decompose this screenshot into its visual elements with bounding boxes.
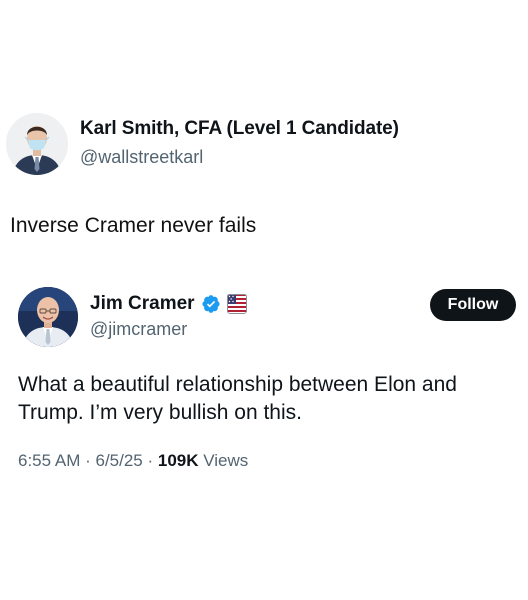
author-name[interactable]: Karl Smith, CFA (Level 1 Candidate) — [80, 118, 399, 140]
meta-separator: · — [142, 451, 158, 470]
outer-post-header: Karl Smith, CFA (Level 1 Candidate) @wal… — [6, 113, 522, 177]
post-metadata: 6:55 AM · 6/5/25 · 109K Views — [18, 451, 248, 471]
author-handle[interactable]: @wallstreetkarl — [80, 147, 203, 168]
quoted-author-name[interactable]: Jim Cramer — [90, 293, 195, 315]
quoted-name-row: Jim Cramer — [90, 291, 247, 317]
post-date[interactable]: 6/5/25 — [95, 451, 142, 470]
us-flag-badge-icon — [226, 294, 247, 314]
post-text: Inverse Cramer never fails — [10, 214, 257, 237]
verified-badge-icon — [201, 294, 221, 314]
follow-button[interactable]: Follow — [430, 289, 516, 321]
views-label: Views — [198, 451, 249, 470]
quoted-author-handle[interactable]: @jimcramer — [90, 319, 187, 340]
quoted-avatar[interactable] — [18, 287, 78, 347]
quoted-post-text: What a beautiful relationship between El… — [18, 373, 457, 424]
person-avatar-icon — [6, 113, 68, 175]
meta-separator: · — [80, 451, 96, 470]
avatar[interactable] — [6, 113, 68, 175]
person-avatar-icon — [18, 287, 78, 347]
post-time[interactable]: 6:55 AM — [18, 451, 80, 470]
views-count[interactable]: 109K — [158, 451, 199, 470]
